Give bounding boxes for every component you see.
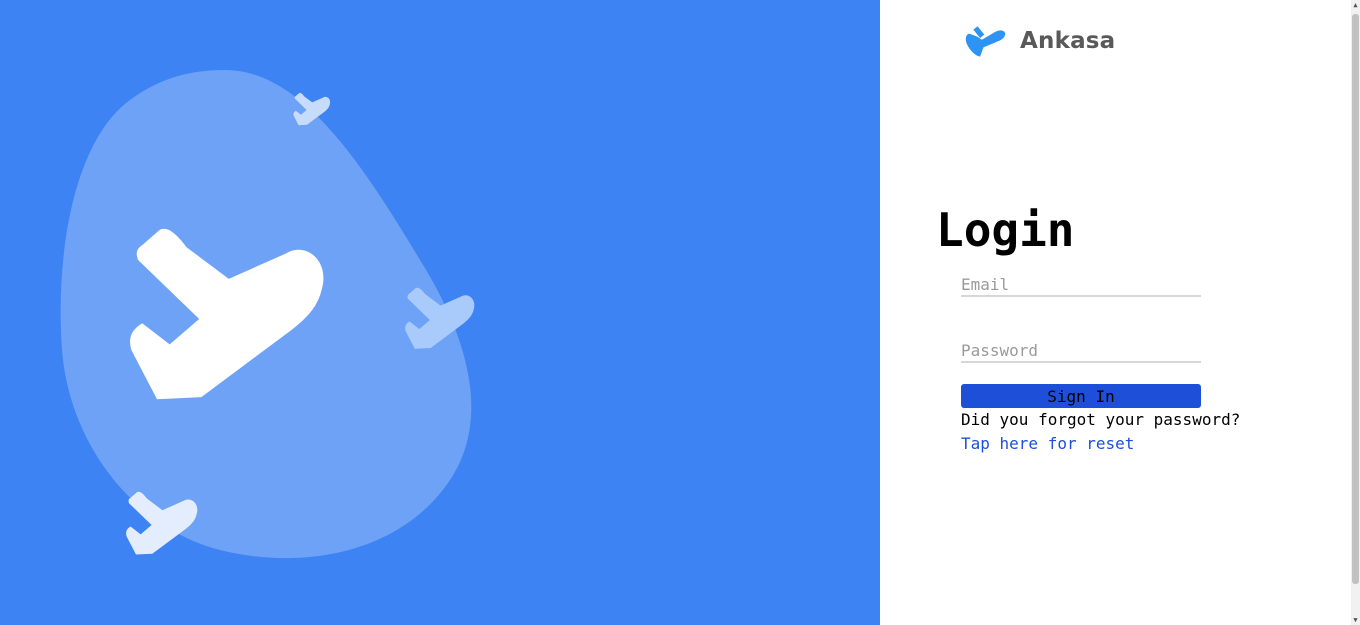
airplane-logo-icon	[965, 26, 1006, 57]
email-input[interactable]	[961, 273, 1201, 297]
vertical-scrollbar[interactable]: ▲ ▼	[1351, 0, 1360, 625]
password-input[interactable]	[961, 339, 1201, 363]
scroll-down-icon[interactable]: ▼	[1351, 615, 1360, 625]
sign-in-button[interactable]: Sign In	[961, 384, 1201, 408]
hero-illustration-panel	[0, 0, 880, 625]
reset-password-link[interactable]: Tap here for reset	[961, 434, 1134, 454]
brand[interactable]: Ankasa	[960, 22, 1115, 60]
brand-name: Ankasa	[1020, 28, 1116, 54]
scrollbar-thumb[interactable]	[1352, 14, 1359, 584]
forgot-password-text: Did you forgot your password?	[961, 410, 1241, 429]
login-panel: Ankasa Login Sign In Did you forgot your…	[880, 0, 1351, 625]
hero-illustration	[60, 70, 475, 559]
scroll-up-icon[interactable]: ▲	[1351, 0, 1360, 10]
page-title: Login	[936, 203, 1075, 257]
